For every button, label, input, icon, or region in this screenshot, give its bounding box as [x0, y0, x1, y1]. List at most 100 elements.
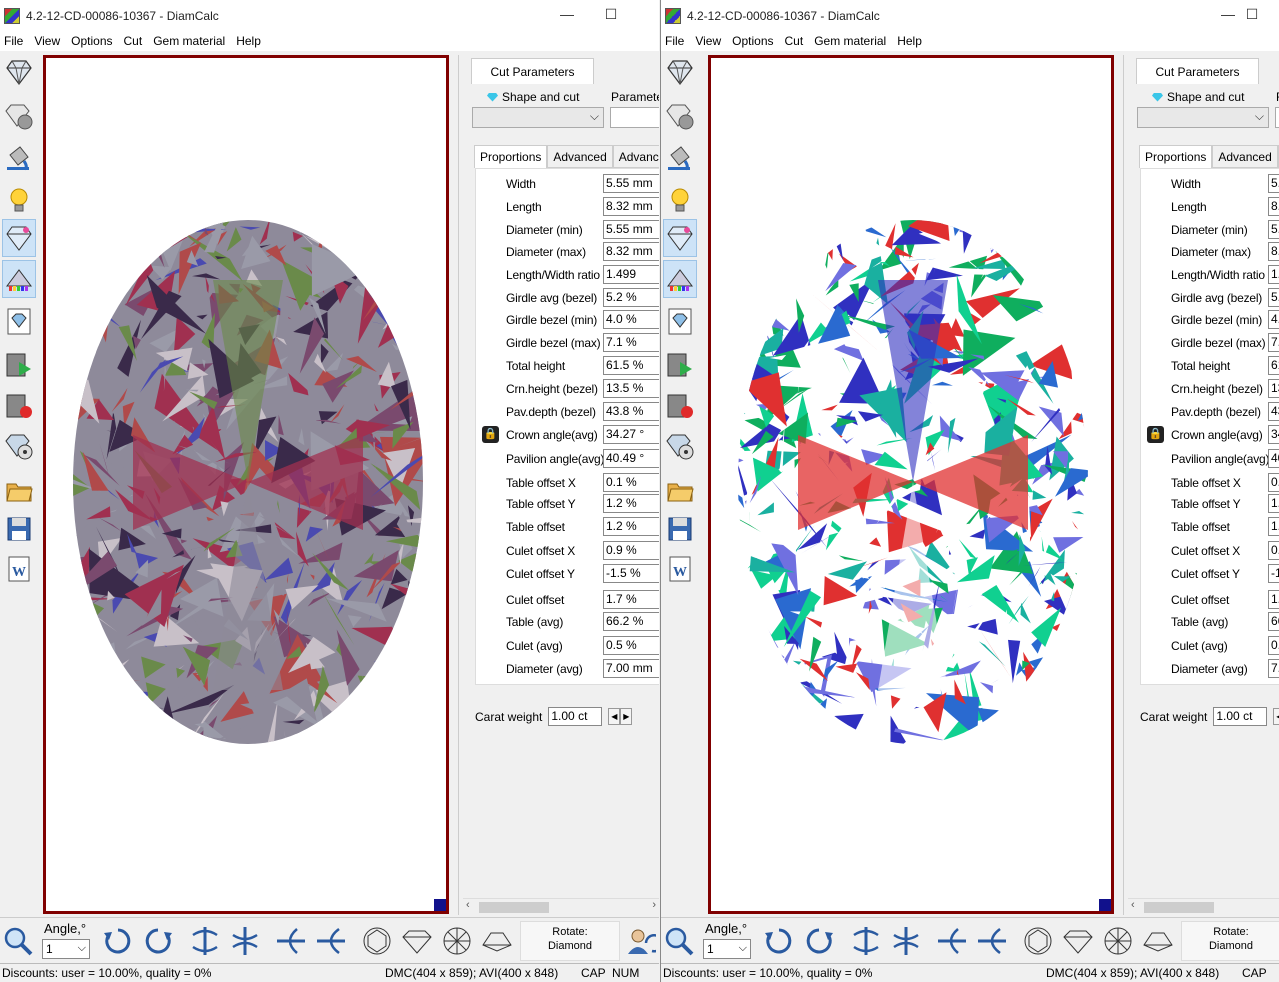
param-value-field[interactable]: 0.5 % — [603, 636, 659, 655]
menu-help[interactable]: Help — [893, 34, 929, 48]
video-play-button[interactable] — [663, 346, 697, 384]
tab-advanced-2[interactable]: Advanced — [612, 145, 659, 168]
spectrum-button[interactable] — [663, 260, 697, 298]
param-value-field[interactable]: 5.55 mm — [603, 174, 659, 193]
param-value-field[interactable]: -1.5 % — [603, 564, 659, 583]
param-value-field[interactable]: 1.499 — [603, 265, 659, 284]
carat-weight-field[interactable]: 1.00 ct — [548, 707, 603, 726]
maximize-button[interactable]: ☐ — [1237, 6, 1267, 23]
tab-advanced-1[interactable]: Advanced — [547, 145, 613, 168]
save-button[interactable] — [663, 510, 697, 548]
param-value-field[interactable]: 5.55 mm — [1268, 220, 1279, 239]
param-value-field[interactable]: 5.2 % — [603, 288, 659, 307]
menu-cut[interactable]: Cut — [120, 34, 150, 48]
param-value-field[interactable]: 61.5 % — [1268, 356, 1279, 375]
diamond-top-view-button[interactable] — [1020, 923, 1056, 959]
diamond-side-view-button[interactable] — [399, 923, 435, 959]
word-export-button[interactable]: W — [2, 550, 36, 588]
video-record-button[interactable] — [663, 387, 697, 425]
tab-proportions[interactable]: Proportions — [1139, 145, 1213, 168]
diamond-wheel-button[interactable] — [663, 427, 697, 465]
diamond-top-view-button[interactable] — [359, 923, 395, 959]
diamond-sphere-button[interactable] — [663, 97, 697, 135]
param-value-field[interactable]: 4.0 % — [1268, 310, 1279, 329]
tab-cut-parameters[interactable]: Cut Parameters — [1136, 58, 1259, 84]
carat-increase-button[interactable]: ▶ — [620, 708, 633, 725]
param-value-field[interactable]: 4.0 % — [603, 310, 659, 329]
scroll-right-arrow-icon[interactable]: › — [652, 899, 656, 911]
param-value-field[interactable]: 13.5 % — [1268, 379, 1279, 398]
param-value-field[interactable]: 13.5 % — [603, 379, 659, 398]
panel-horizontal-scrollbar[interactable]: ‹› — [463, 898, 659, 915]
tab-cut-parameters[interactable]: Cut Parameters — [471, 58, 594, 84]
tab-advanced-1[interactable]: Advanced — [1212, 145, 1278, 168]
param-value-field[interactable]: 40.49 ° — [603, 449, 659, 468]
open-folder-button[interactable] — [2, 471, 36, 509]
shape-and-cut-dropdown[interactable] — [1137, 107, 1269, 128]
spectrum-button[interactable] — [2, 260, 36, 298]
maximize-button[interactable]: ☐ — [596, 6, 626, 23]
param-value-field[interactable]: 7.00 mm — [603, 659, 659, 678]
scroll-left-arrow-icon[interactable]: ‹ — [466, 899, 470, 911]
gem-render-viewport[interactable] — [708, 55, 1114, 914]
param-value-field[interactable]: 5.55 mm — [1268, 174, 1279, 193]
menu-gem-material[interactable]: Gem material — [810, 34, 893, 48]
carat-decrease-button[interactable]: ◀ — [1273, 708, 1279, 725]
certificate-button[interactable] — [2, 302, 36, 340]
param-value-field[interactable]: 0.1 % — [1268, 473, 1279, 492]
tab-proportions[interactable]: Proportions — [474, 145, 548, 168]
parameter-dropdown[interactable] — [610, 107, 659, 128]
param-value-field[interactable]: 8.32 mm — [1268, 197, 1279, 216]
lock-icon[interactable]: 🔒 — [1147, 426, 1164, 443]
view-diamond-button[interactable] — [2, 53, 36, 91]
scrollbar-thumb[interactable] — [479, 902, 549, 913]
param-value-field[interactable]: 66.2 % — [603, 612, 659, 631]
param-value-field[interactable]: 7.1 % — [603, 333, 659, 352]
rotate-mode-button[interactable]: Rotate: Diamond — [520, 921, 620, 961]
param-value-field[interactable]: 0.9 % — [603, 541, 659, 560]
diamond-angled-view-button[interactable] — [1140, 923, 1176, 959]
carat-weight-field[interactable]: 1.00 ct — [1213, 707, 1268, 726]
param-value-field[interactable]: 1.499 — [1268, 265, 1279, 284]
param-value-field[interactable]: 66.2 % — [1268, 612, 1279, 631]
angle-select[interactable]: 1 — [703, 939, 751, 959]
light-bulb-button[interactable] — [663, 181, 697, 219]
flip-horizontal-button[interactable] — [187, 923, 223, 959]
param-value-field[interactable]: 34.27 ° — [1268, 425, 1279, 444]
param-value-field[interactable]: 5.2 % — [1268, 288, 1279, 307]
param-value-field[interactable]: 0.5 % — [1268, 636, 1279, 655]
diamond-bottom-view-button[interactable] — [439, 923, 475, 959]
diamond-sphere-button[interactable] — [2, 97, 36, 135]
zoom-button[interactable] — [661, 923, 697, 959]
param-value-field[interactable]: -1.5 % — [1268, 564, 1279, 583]
minimize-button[interactable]: — — [552, 6, 582, 22]
param-value-field[interactable]: 7.00 mm — [1268, 659, 1279, 678]
angle-select[interactable]: 1 — [42, 939, 90, 959]
menu-view[interactable]: View — [30, 34, 67, 48]
param-value-field[interactable]: 8.32 mm — [603, 197, 659, 216]
parameter-dropdown[interactable] — [1275, 107, 1279, 128]
carat-decrease-button[interactable]: ◀ — [608, 708, 621, 725]
gem-render-viewport[interactable] — [43, 55, 449, 914]
open-folder-button[interactable] — [663, 471, 697, 509]
resize-corner-marker[interactable] — [434, 899, 446, 911]
diamond-bottom-view-button[interactable] — [1100, 923, 1136, 959]
menu-options[interactable]: Options — [728, 34, 780, 48]
param-value-field[interactable]: 1.7 % — [603, 590, 659, 609]
save-button[interactable] — [2, 510, 36, 548]
flip-vertical-button[interactable] — [273, 923, 309, 959]
diamond-wheel-button[interactable] — [2, 427, 36, 465]
flip-horizontal-alt-button[interactable] — [888, 923, 924, 959]
param-value-field[interactable]: 1.7 % — [1268, 590, 1279, 609]
word-export-button[interactable]: W — [663, 550, 697, 588]
menu-cut[interactable]: Cut — [781, 34, 811, 48]
param-value-field[interactable]: 8.32 mm — [1268, 242, 1279, 261]
scrollbar-thumb[interactable] — [1144, 902, 1214, 913]
zoom-button[interactable] — [0, 923, 36, 959]
param-value-field[interactable]: 7.1 % — [1268, 333, 1279, 352]
light-bulb-button[interactable] — [2, 181, 36, 219]
param-value-field[interactable]: 0.1 % — [603, 473, 659, 492]
menu-file[interactable]: File — [0, 34, 30, 48]
rotate-ccw-button[interactable] — [801, 923, 837, 959]
diamond-side-view-button[interactable] — [1060, 923, 1096, 959]
